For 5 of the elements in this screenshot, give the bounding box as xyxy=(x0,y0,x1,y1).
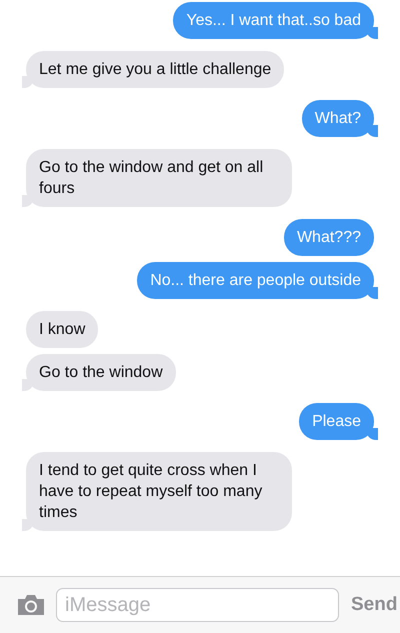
camera-icon[interactable] xyxy=(16,593,46,617)
message-input[interactable]: iMessage xyxy=(56,588,339,622)
message-bubble: I know xyxy=(26,311,98,348)
message-bubble: What??? xyxy=(284,219,374,256)
send-button[interactable]: Send xyxy=(349,590,400,620)
